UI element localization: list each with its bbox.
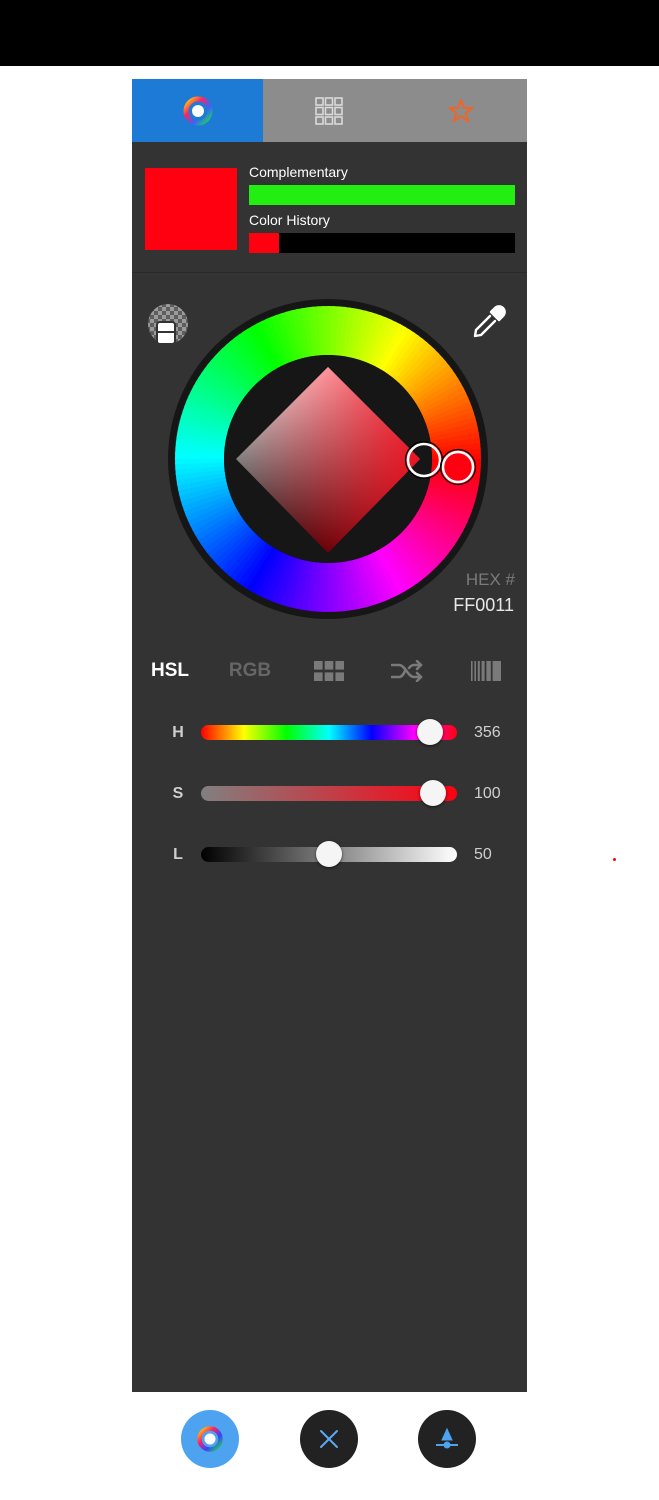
palette-grid-icon xyxy=(314,661,344,681)
close-icon xyxy=(320,1430,338,1448)
mode-random[interactable] xyxy=(388,651,428,691)
hue-slider-label: H xyxy=(172,724,184,741)
tab-favorites[interactable] xyxy=(395,79,527,142)
saturation-slider-thumb[interactable] xyxy=(419,780,446,806)
color-wheel-icon xyxy=(183,96,212,125)
color-history-label: Color History xyxy=(249,212,330,228)
tab-color-wheel[interactable] xyxy=(132,79,263,142)
hue-slider[interactable] xyxy=(201,719,457,745)
divider xyxy=(132,272,527,273)
mode-hsl[interactable]: HSL xyxy=(140,651,200,691)
close-button[interactable] xyxy=(300,1410,358,1468)
strips-icon xyxy=(471,661,501,681)
hue-value: 356 xyxy=(474,724,501,741)
star-icon xyxy=(448,98,474,122)
color-history-bar xyxy=(249,233,515,253)
stray-red-dot xyxy=(613,858,616,861)
lightness-slider-label: L xyxy=(173,846,183,863)
tab-bar xyxy=(132,79,527,142)
lightness-slider-thumb[interactable] xyxy=(316,841,342,867)
hex-value[interactable]: FF0011 xyxy=(453,595,514,616)
status-bar xyxy=(0,0,659,66)
saturation-slider[interactable] xyxy=(201,780,457,806)
history-color-chip[interactable] xyxy=(249,233,279,253)
hue-slider-thumb[interactable] xyxy=(417,719,444,745)
grid-icon xyxy=(315,96,343,125)
confirm-icon xyxy=(436,1427,458,1449)
hex-label: HEX # xyxy=(465,570,515,589)
tab-swatches[interactable] xyxy=(263,79,395,142)
shuffle-icon xyxy=(391,660,423,682)
mode-strips[interactable] xyxy=(466,651,506,691)
mode-palette[interactable] xyxy=(309,651,349,691)
color-picker-panel: Complementary Color History HEX # FF0011… xyxy=(132,79,527,1392)
lightness-value: 50 xyxy=(474,846,492,863)
color-wheel-icon xyxy=(197,1426,223,1452)
color-wheel-action-button[interactable] xyxy=(181,1410,239,1468)
lightness-slider[interactable] xyxy=(201,841,457,867)
complementary-label: Complementary xyxy=(249,164,348,180)
complementary-color-bar[interactable] xyxy=(249,185,515,205)
mode-rgb[interactable]: RGB xyxy=(220,651,280,691)
saturation-slider-label: S xyxy=(172,785,184,802)
current-color-swatch xyxy=(145,168,237,250)
picker-mode-row: HSL RGB xyxy=(132,651,527,691)
saturation-value: 100 xyxy=(474,785,501,802)
confirm-button[interactable] xyxy=(418,1410,476,1468)
hue-marker[interactable] xyxy=(439,448,477,486)
